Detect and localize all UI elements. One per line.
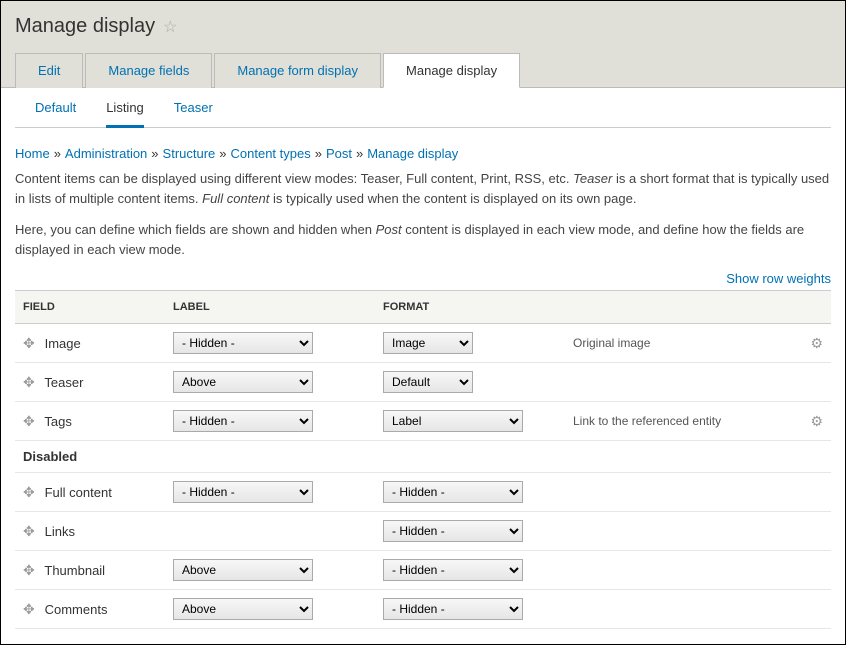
primary-tab-manage-fields[interactable]: Manage fields <box>85 53 212 88</box>
primary-tab-manage-display[interactable]: Manage display <box>383 53 520 88</box>
table-row: ✥ Image AboveInline- Hidden -- Visually H… <box>15 324 831 363</box>
help-text-1: Content items can be displayed using dif… <box>15 169 831 208</box>
breadcrumb-separator: » <box>356 146 363 161</box>
secondary-tab-teaser[interactable]: Teaser <box>174 100 213 121</box>
page-title: Manage display ☆ <box>15 15 831 38</box>
select--hidden-[interactable]: - Hidden - <box>383 559 523 581</box>
th-ops <box>801 291 831 324</box>
help-em: Full content <box>202 191 269 206</box>
primary-tab-manage-form-display[interactable]: Manage form display <box>214 53 381 88</box>
breadcrumb-link[interactable]: Administration <box>65 146 147 161</box>
breadcrumb-separator: » <box>151 146 158 161</box>
secondary-tab-default[interactable]: Default <box>35 100 76 121</box>
select--hidden-[interactable]: AboveInline- Hidden -- Visually Hidden - <box>173 481 313 503</box>
select-above[interactable]: AboveInline- Hidden -- Visually Hidden - <box>173 598 313 620</box>
field-name: Comments <box>41 602 107 617</box>
field-name: Tags <box>41 414 72 429</box>
drag-handle-icon[interactable]: ✥ <box>23 413 41 430</box>
drag-handle-icon[interactable]: ✥ <box>23 335 41 352</box>
drag-handle-icon[interactable]: ✥ <box>23 601 41 618</box>
table-row: ✥ Tags AboveInline- Hidden -- Visually Hi… <box>15 402 831 441</box>
breadcrumb-link[interactable]: Manage display <box>367 146 458 161</box>
field-name: Teaser <box>41 375 83 390</box>
select--hidden-[interactable]: - Hidden - <box>383 520 523 542</box>
select--hidden-[interactable]: - Hidden - <box>383 598 523 620</box>
table-row: ✥ Teaser AboveInline- Hidden -- Visually … <box>15 363 831 402</box>
th-format: FORMAT <box>375 291 565 324</box>
format-summary <box>565 363 801 402</box>
star-icon[interactable]: ☆ <box>163 17 177 37</box>
field-name: Links <box>41 524 75 539</box>
help-text: Here, you can define which fields are sh… <box>15 222 376 237</box>
select-above[interactable]: AboveInline- Hidden -- Visually Hidden - <box>173 559 313 581</box>
breadcrumb-link[interactable]: Structure <box>163 146 216 161</box>
disabled-label: Disabled <box>15 441 831 473</box>
breadcrumb-separator: » <box>219 146 226 161</box>
breadcrumb-separator: » <box>54 146 61 161</box>
table-row: ✥ Links - Hidden - <box>15 512 831 551</box>
table-row: ✥ Comments AboveInline- Hidden -- Visuall… <box>15 590 831 629</box>
fields-table: FIELD LABEL FORMAT ✥ Image AboveInline- H… <box>15 290 831 629</box>
help-text: is typically used when the content is di… <box>269 191 636 206</box>
help-em: Post <box>376 222 402 237</box>
th-summary <box>565 291 801 324</box>
select--hidden-[interactable]: AboveInline- Hidden -- Visually Hidden - <box>173 410 313 432</box>
secondary-tabs: Default Listing Teaser <box>15 88 831 128</box>
field-name: Full content <box>41 485 112 500</box>
breadcrumb: Home»Administration»Structure»Content ty… <box>15 146 831 161</box>
disabled-region-header: Disabled <box>15 441 831 473</box>
field-name: Image <box>41 336 81 351</box>
help-text-2: Here, you can define which fields are sh… <box>15 220 831 259</box>
select-default[interactable]: Default <box>383 371 473 393</box>
drag-handle-icon[interactable]: ✥ <box>23 562 41 579</box>
table-row: ✥ Full content AboveInline- Hidden -- Vis… <box>15 473 831 512</box>
drag-handle-icon[interactable]: ✥ <box>23 523 41 540</box>
table-row: ✥ Thumbnail AboveInline- Hidden -- Visual… <box>15 551 831 590</box>
breadcrumb-separator: » <box>315 146 322 161</box>
breadcrumb-link[interactable]: Home <box>15 146 50 161</box>
show-row-weights-link[interactable]: Show row weights <box>15 271 831 286</box>
gear-icon[interactable]: ⚙ <box>810 413 823 429</box>
secondary-tab-listing[interactable]: Listing <box>106 100 144 128</box>
select-above[interactable]: AboveInline- Hidden -- Visually Hidden - <box>173 371 313 393</box>
help-em: Teaser <box>573 171 612 186</box>
format-summary: Original image <box>565 324 801 363</box>
page-title-text: Manage display <box>15 15 155 38</box>
select-label[interactable]: Label <box>383 410 523 432</box>
select-image[interactable]: Image <box>383 332 473 354</box>
breadcrumb-link[interactable]: Content types <box>231 146 311 161</box>
th-field: FIELD <box>15 291 165 324</box>
field-name: Thumbnail <box>41 563 105 578</box>
gear-icon[interactable]: ⚙ <box>810 335 823 351</box>
primary-tabs: EditManage fieldsManage form displayMana… <box>15 52 831 87</box>
drag-handle-icon[interactable]: ✥ <box>23 484 41 501</box>
drag-handle-icon[interactable]: ✥ <box>23 374 41 391</box>
breadcrumb-link[interactable]: Post <box>326 146 352 161</box>
help-text: Content items can be displayed using dif… <box>15 171 573 186</box>
th-label: LABEL <box>165 291 375 324</box>
format-summary: Link to the referenced entity <box>565 402 801 441</box>
fields-tbody: ✥ Image AboveInline- Hidden -- Visually H… <box>15 324 831 629</box>
select--hidden-[interactable]: AboveInline- Hidden -- Visually Hidden - <box>173 332 313 354</box>
primary-tab-edit[interactable]: Edit <box>15 53 83 88</box>
select--hidden-[interactable]: - Hidden - <box>383 481 523 503</box>
